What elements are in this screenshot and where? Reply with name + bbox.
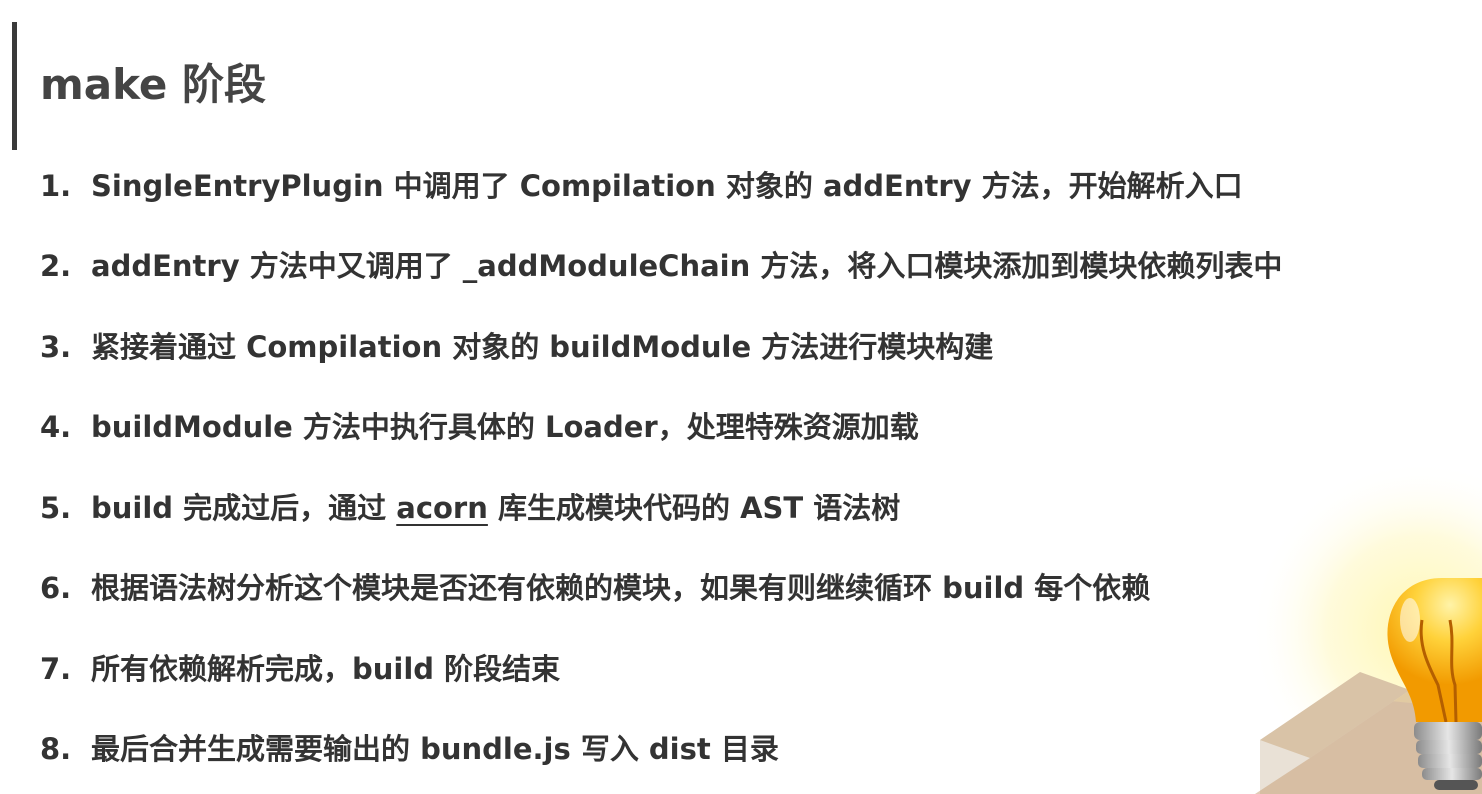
step-text: 根据语法树分析这个模块是否还有依赖的模块，如果有则继续循环 build 每个依赖	[91, 571, 1151, 605]
step-number: 2.	[40, 249, 72, 283]
list-item: 8. 最后合并生成需要输出的 bundle.js 写入 dist 目录	[40, 723, 779, 775]
step-text-before: build 完成过后，通过	[91, 491, 397, 525]
step-number: 6.	[40, 571, 72, 605]
step-text: 最后合并生成需要输出的 bundle.js 写入 dist 目录	[91, 732, 779, 766]
page-title: make 阶段	[40, 60, 267, 109]
lightbulb-icon	[1250, 460, 1482, 794]
list-item: 2. addEntry 方法中又调用了 _addModuleChain 方法，将入…	[40, 240, 1282, 292]
step-text: 紧接着通过 Compilation 对象的 buildModule 方法进行模块…	[91, 330, 994, 364]
list-item: 6. 根据语法树分析这个模块是否还有依赖的模块，如果有则继续循环 build 每个…	[40, 562, 1150, 614]
list-item: 4. buildModule 方法中执行具体的 Loader，处理特殊资源加载	[40, 401, 919, 453]
acorn-link[interactable]: acorn	[396, 491, 488, 525]
list-item: 1. SingleEntryPlugin 中调用了 Compilation 对象的…	[40, 160, 1243, 212]
list-item: 3. 紧接着通过 Compilation 对象的 buildModule 方法进行…	[40, 321, 993, 373]
step-number: 7.	[40, 652, 72, 686]
list-item: 5. build 完成过后，通过 acorn 库生成模块代码的 AST 语法树	[40, 482, 900, 534]
title-accent-bar	[12, 22, 17, 150]
step-text: buildModule 方法中执行具体的 Loader，处理特殊资源加载	[91, 410, 919, 444]
step-text: 所有依赖解析完成，build 阶段结束	[91, 652, 561, 686]
step-number: 1.	[40, 169, 72, 203]
step-number: 5.	[40, 491, 72, 525]
step-text: addEntry 方法中又调用了 _addModuleChain 方法，将入口模…	[91, 249, 1283, 283]
list-item: 7. 所有依赖解析完成，build 阶段结束	[40, 643, 560, 695]
step-number: 8.	[40, 732, 72, 766]
step-number: 3.	[40, 330, 72, 364]
step-text-after: 库生成模块代码的 AST 语法树	[487, 491, 901, 525]
step-number: 4.	[40, 410, 72, 444]
step-text: SingleEntryPlugin 中调用了 Compilation 对象的 a…	[91, 169, 1243, 203]
